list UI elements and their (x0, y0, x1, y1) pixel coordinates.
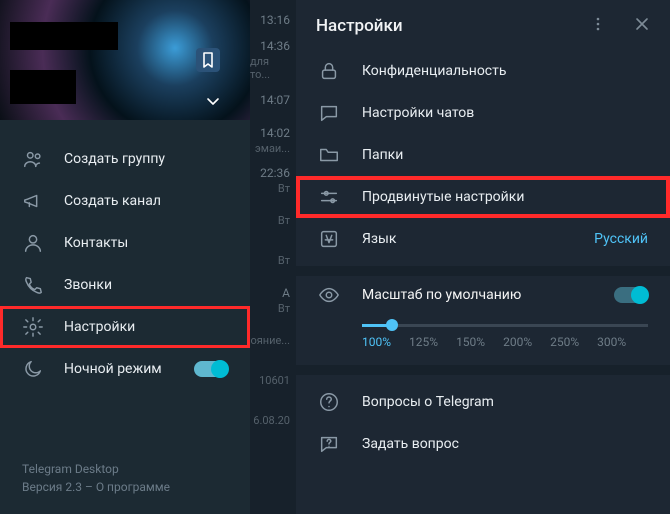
scale-option[interactable]: 150% (456, 335, 485, 349)
slider-knob[interactable] (386, 319, 398, 331)
chat-row[interactable]: 13:16 (250, 0, 296, 40)
sidebar-footer: Telegram Desktop Версия 2.3 – О программ… (0, 460, 250, 514)
menu-calls[interactable]: Звонки (0, 264, 250, 306)
user-icon (22, 232, 44, 254)
sliders-icon (318, 186, 340, 208)
close-icon (634, 16, 650, 32)
phone-icon (22, 274, 44, 296)
settings-title: Настройки (316, 16, 403, 36)
eye-icon (318, 284, 340, 306)
separator (296, 365, 670, 375)
scale-option[interactable]: 200% (503, 335, 532, 349)
settings-item-advanced[interactable]: Продвинутые настройки (296, 176, 670, 218)
default-scale-toggle[interactable] (614, 287, 648, 303)
settings-item-label: Настройки чатов (362, 105, 474, 121)
menu-label: Звонки (64, 277, 112, 293)
chat-list-peek: 13:16 14:36для то... 14:07 14:02эмаи... … (250, 0, 296, 514)
chat-row[interactable]: Вт (250, 240, 296, 280)
settings-header: Настройки (296, 0, 670, 44)
main-menu: Создать группу Создать канал Контакты Зв… (0, 120, 250, 390)
folder-icon (318, 144, 340, 166)
chat-row[interactable]: 10601 (250, 360, 296, 400)
chevron-down-icon (204, 92, 222, 110)
menu-new-channel[interactable]: Создать канал (0, 180, 250, 222)
chat-row[interactable]: 14:02эмаи... (250, 120, 296, 160)
scale-options: 100% 125% 150% 200% 250% 300% (362, 335, 648, 349)
lock-icon (318, 60, 340, 82)
chat-row[interactable]: 6.08.20 (250, 400, 296, 440)
chat-icon (318, 102, 340, 124)
expand-button[interactable] (204, 92, 222, 114)
menu-label: Настройки (64, 319, 135, 335)
settings-item-label: Вопросы о Telegram (362, 394, 494, 410)
settings-item-language[interactable]: Язык Русский (296, 218, 670, 260)
menu-label: Создать группу (64, 151, 165, 167)
settings-item-faq[interactable]: Вопросы о Telegram (296, 381, 670, 423)
bookmark-icon (201, 52, 215, 68)
chat-row[interactable]: ояние... (250, 320, 296, 360)
bookmark-button[interactable] (196, 48, 220, 72)
settings-item-label: Конфиденциальность (362, 63, 506, 79)
help-icon (318, 391, 340, 413)
chat-row[interactable]: 14:07 (250, 80, 296, 120)
scale-option[interactable]: 100% (362, 335, 391, 349)
settings-item-label: Язык (362, 231, 396, 247)
settings-item-chat[interactable]: Настройки чатов (296, 92, 670, 134)
scale-slider[interactable] (362, 324, 648, 327)
close-button[interactable] (634, 16, 650, 36)
menu-label: Ночной режим (64, 361, 162, 377)
settings-item-privacy[interactable]: Конфиденциальность (296, 50, 670, 92)
language-icon (318, 228, 340, 250)
scale-option[interactable]: 125% (409, 335, 438, 349)
moon-icon (22, 358, 44, 380)
app-version[interactable]: Версия 2.3 – О программе (22, 478, 228, 496)
settings-item-label: Папки (362, 147, 403, 163)
settings-item-label: Задать вопрос (362, 436, 459, 452)
night-mode-toggle[interactable] (194, 361, 228, 377)
menu-settings[interactable]: Настройки (0, 306, 250, 348)
scale-label: Масштаб по умолчанию (362, 287, 521, 303)
menu-night-mode[interactable]: Ночной режим (0, 348, 250, 390)
separator (296, 266, 670, 276)
settings-panel: Настройки Конфиденциальность Настройки ч… (296, 0, 670, 514)
menu-label: Контакты (64, 235, 128, 251)
more-button[interactable] (590, 16, 606, 36)
settings-item-label: Продвинутые настройки (362, 189, 524, 205)
question-chat-icon (318, 433, 340, 455)
chat-row[interactable]: 22:36Вт (250, 160, 296, 200)
sidebar: Создать группу Создать канал Контакты Зв… (0, 0, 250, 514)
gear-icon (22, 316, 44, 338)
app-name: Telegram Desktop (22, 460, 228, 478)
settings-item-ask[interactable]: Задать вопрос (296, 423, 670, 465)
menu-contacts[interactable]: Контакты (0, 222, 250, 264)
scale-section: Масштаб по умолчанию 100% 125% 150% 200%… (296, 276, 670, 365)
menu-label: Создать канал (64, 193, 161, 209)
language-value: Русский (594, 231, 648, 247)
scale-option[interactable]: 250% (550, 335, 579, 349)
chat-row[interactable]: 14:36для то... (250, 40, 296, 80)
group-icon (22, 148, 44, 170)
menu-new-group[interactable]: Создать группу (0, 138, 250, 180)
settings-item-folders[interactable]: Папки (296, 134, 670, 176)
scale-option[interactable]: 300% (597, 335, 626, 349)
settings-list: Конфиденциальность Настройки чатов Папки… (296, 44, 670, 266)
chat-row[interactable]: Вт (250, 200, 296, 240)
more-vertical-icon (590, 16, 606, 32)
profile-cover (0, 0, 250, 120)
chat-row[interactable]: АВт (250, 280, 296, 320)
megaphone-icon (22, 190, 44, 212)
